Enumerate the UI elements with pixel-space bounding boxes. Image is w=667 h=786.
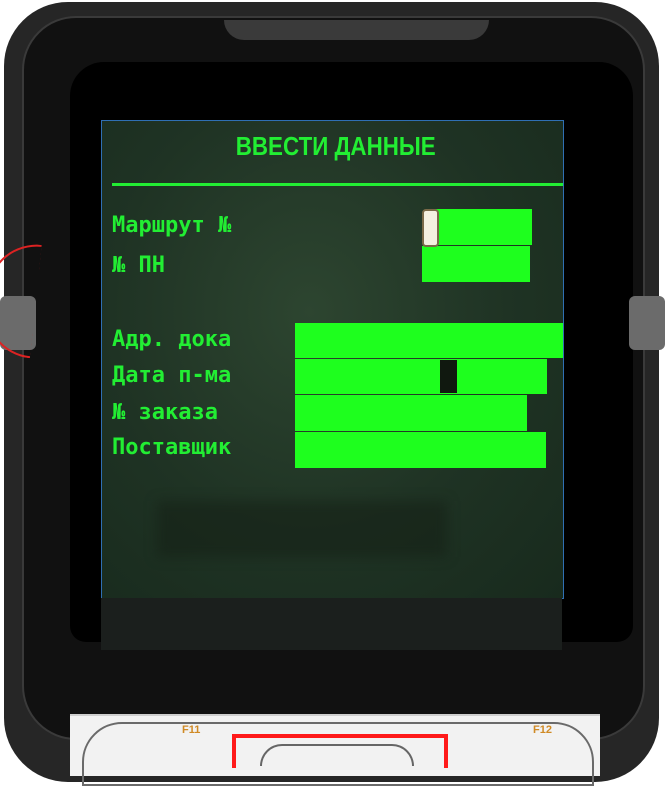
date-separator [440,360,457,393]
right-side-button[interactable] [629,296,665,350]
route-number-field[interactable] [426,209,532,245]
screen-footer-bar [101,598,562,650]
top-notch [224,20,489,40]
screen-reflection [157,501,447,557]
invoice-number-label: № ПН [112,253,165,278]
text-cursor [422,209,439,247]
lcd-screen: ВВЕСТИ ДАННЫЕ Маршрут № № ПН Адр. дока Д… [101,120,564,599]
route-number-label: Маршрут № [112,213,232,238]
dock-address-field[interactable] [295,323,563,358]
receipt-date-label: Дата п-ма [112,363,232,388]
supplier-label: Поставщик [112,435,232,460]
f11-key-label[interactable]: F11 [182,724,200,736]
receipt-date-field[interactable] [295,359,547,394]
invoice-number-field[interactable] [422,246,530,282]
title-divider [112,183,563,186]
screen-title: ВВЕСТИ ДАННЫЕ [235,131,436,161]
order-number-field[interactable] [295,395,527,431]
highlight-box [232,734,448,768]
dock-address-label: Адр. дока [112,327,232,352]
supplier-field[interactable] [295,432,546,468]
order-number-label: № заказа [112,400,218,425]
f12-key-label[interactable]: F12 [533,724,552,736]
